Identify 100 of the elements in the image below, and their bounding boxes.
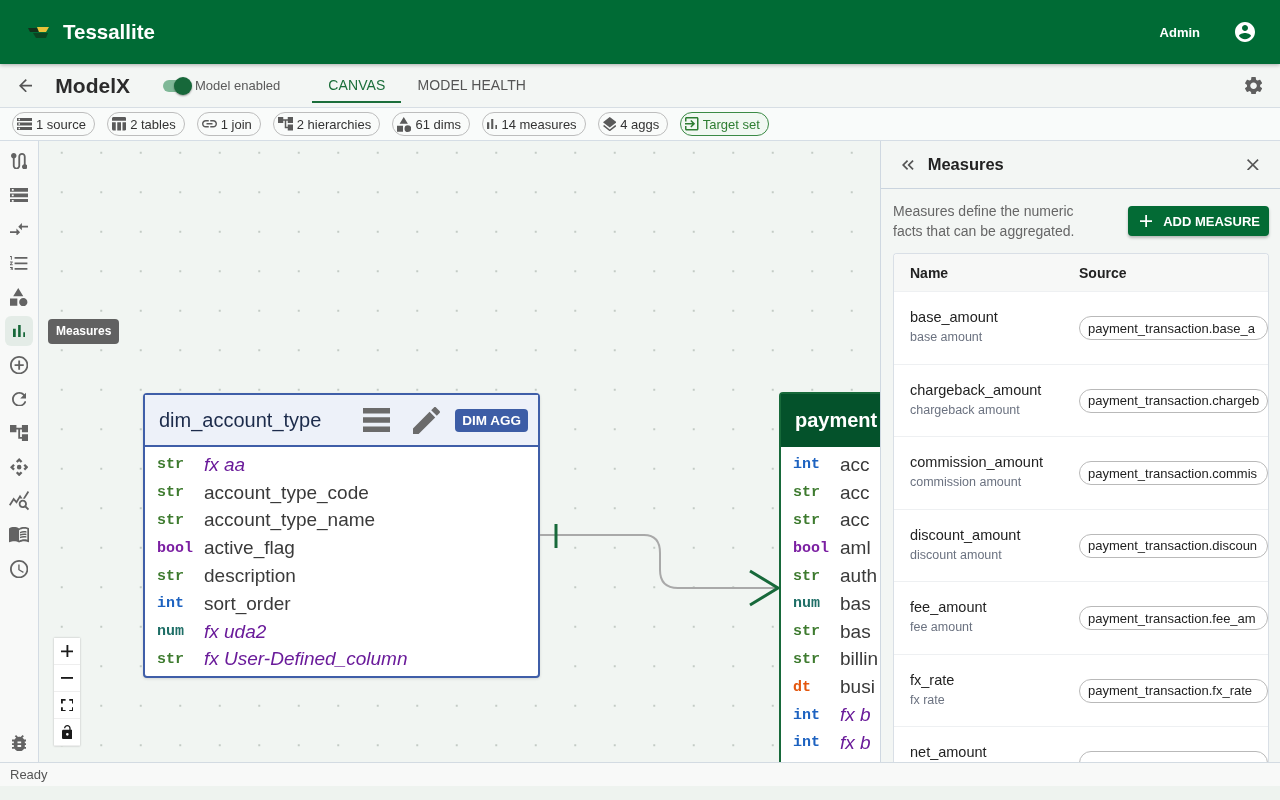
tab[interactable]: CANVAS [312, 64, 402, 103]
bar-chart-icon [486, 118, 498, 130]
column-type: str [157, 650, 185, 668]
summary-chip[interactable]: Target set [680, 112, 769, 136]
shapes-icon [397, 116, 412, 132]
plus-icon [1139, 214, 1153, 228]
sidebar-button[interactable] [5, 316, 33, 346]
zoom-out-button[interactable] [54, 665, 80, 692]
column-name: account_type_name [204, 509, 376, 532]
measure-label: fee amount [910, 619, 974, 635]
status-text: Ready [10, 767, 48, 782]
measure-name: commission_amount [910, 454, 1044, 471]
column-name: bas [840, 620, 871, 643]
tab[interactable]: MODEL HEALTH [401, 64, 542, 103]
minus-icon [60, 677, 74, 679]
move-arrows-icon [9, 457, 29, 477]
clock-icon [9, 559, 29, 579]
measure-name: fx_rate [910, 671, 956, 689]
measure-name: fee_amount [910, 599, 988, 616]
column-type: str [157, 512, 185, 529]
plus-icon [60, 644, 74, 658]
link-icon [201, 120, 217, 128]
table-icon [111, 117, 127, 131]
column-name: auth [840, 565, 877, 588]
column-name: bas [840, 592, 871, 615]
measure-name: discount_amount [910, 526, 1022, 544]
table-node[interactable]: payment int acc str acc str acc bool aml str auth num bas str bas str billin dt busi int fx b int fx b [779, 392, 880, 762]
close-icon[interactable] [1247, 158, 1259, 171]
list-icon[interactable] [363, 408, 391, 432]
column-name: acc [840, 481, 870, 504]
column-type: bool [157, 539, 194, 557]
measure-label: fx rate [910, 691, 946, 708]
opposing-arrows-icon [9, 222, 29, 236]
column-type: str [157, 484, 185, 502]
measure-label: base amount [910, 329, 984, 345]
measure-name: base_amount [910, 309, 999, 326]
column-type: str [793, 623, 821, 641]
layers-icon [602, 116, 617, 132]
column-type: int [793, 706, 821, 724]
column-name: billin [840, 648, 879, 671]
book-icon [8, 527, 30, 543]
column-header: Name [909, 264, 950, 281]
measure-label: commission amount [910, 474, 1023, 490]
settings-icon[interactable] [1244, 76, 1262, 95]
zoom-in-button[interactable] [54, 638, 80, 665]
measure-name: net_amount [910, 744, 988, 761]
route-icon [10, 152, 28, 170]
column-type: str [157, 567, 185, 585]
user-name: Admin [1159, 24, 1200, 40]
lock-button[interactable] [54, 719, 80, 746]
column-name: fx b [840, 731, 871, 754]
column-type: dt [793, 678, 812, 696]
column-type: bool [793, 539, 830, 557]
double-chevron-icon[interactable] [902, 159, 914, 170]
column-type: str [157, 456, 185, 474]
column-name: aml [840, 537, 871, 560]
column-type: int [157, 595, 185, 613]
numbered-list-icon [10, 255, 28, 271]
logo-icon [28, 26, 49, 38]
node-title: dim_account_type [159, 408, 322, 432]
refresh-icon [11, 391, 27, 407]
shapes-icon [10, 287, 28, 307]
node-title: payment [795, 409, 878, 432]
column-type: str [793, 650, 821, 668]
chart-search-icon [8, 491, 30, 511]
box-arrow-icon [685, 117, 699, 131]
column-name: acc [840, 509, 870, 532]
column-name: fx b [840, 704, 871, 727]
column-name: sort_order [204, 592, 291, 615]
toggle-switch[interactable] [162, 76, 192, 95]
measure-label: chargeback amount [910, 401, 1021, 418]
column-type: str [793, 512, 821, 529]
column-name: fx aa [204, 453, 246, 476]
column-name: active_flag [204, 537, 295, 560]
measure-name: chargeback_amount [910, 381, 1043, 399]
toggle-label: Model enabled [195, 78, 281, 93]
column-name: account_type_code [204, 481, 369, 504]
table-node[interactable]: dim_account_type DIM AGG str fx aa str account_type_code str account_type_name bool active_flag str description int sort_order num fx uda2 str fx User-Defined_column [143, 393, 540, 679]
corner-brackets-icon [60, 698, 74, 712]
storage-icon [9, 187, 29, 203]
column-header: Source [1079, 264, 1128, 281]
tooltip: Measures [48, 319, 120, 344]
column-name: fx uda2 [204, 620, 267, 643]
bug-icon [11, 734, 27, 752]
left-arrow-icon[interactable] [19, 78, 33, 93]
column-type: num [793, 595, 821, 613]
hierarchy-icon [277, 117, 293, 131]
column-name: fx User-Defined_column [204, 648, 408, 671]
panel-description: Measures define the numeric facts that can be aggregated. [893, 202, 1076, 241]
storage-icon [17, 118, 32, 130]
hierarchy-icon [9, 424, 29, 442]
column-type: str [793, 567, 821, 585]
lock-icon [61, 725, 73, 739]
app-name: Tessallite [63, 20, 155, 44]
add-measure-button[interactable]: ADD MEASURE [1127, 206, 1269, 236]
column-type: str [793, 484, 821, 502]
fit-view-button[interactable] [54, 692, 80, 719]
pencil-icon[interactable] [413, 406, 441, 434]
panel-title: Measures [927, 155, 1004, 174]
column-name: description [204, 565, 296, 588]
